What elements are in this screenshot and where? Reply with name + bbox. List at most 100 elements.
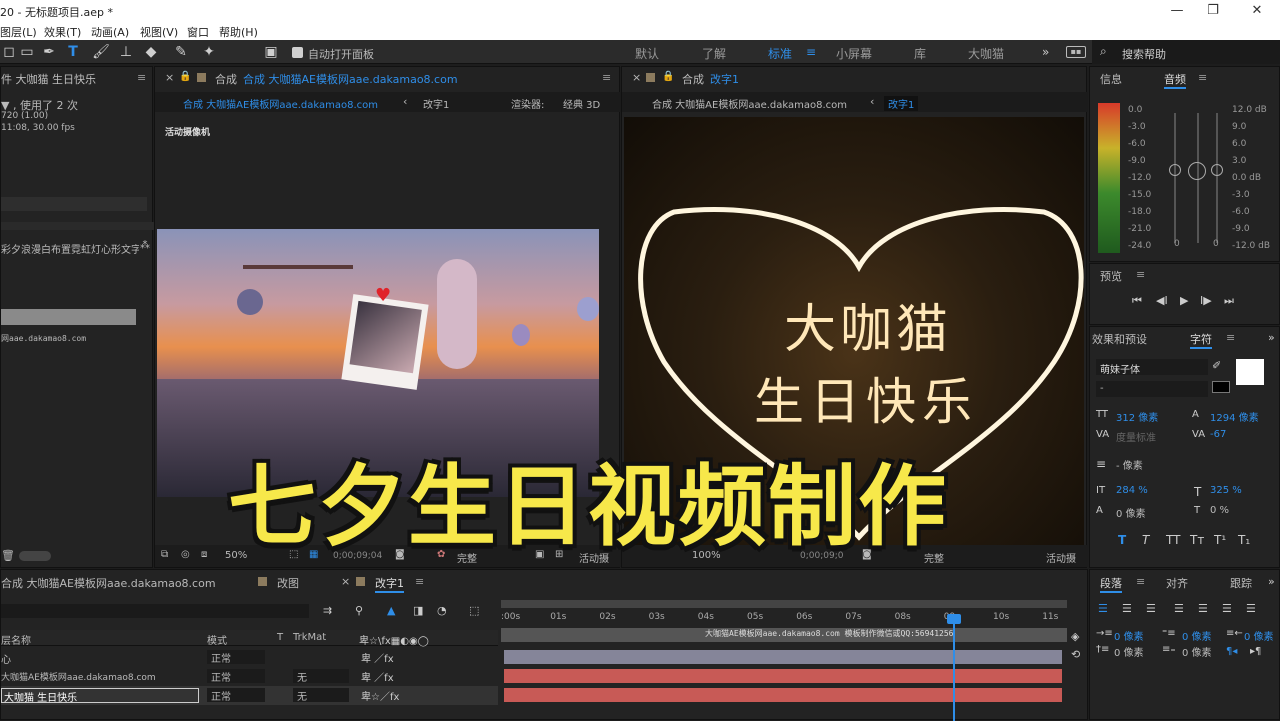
- comp-1-menu-icon[interactable]: ≡: [602, 71, 611, 84]
- fader-knob-master[interactable]: [1188, 162, 1206, 180]
- layer-switches-icon[interactable]: 卑☆／fx: [361, 688, 399, 703]
- comp-1-tab[interactable]: 合成 大咖猫AE模板网aae.dakamao8.com: [243, 71, 458, 87]
- display-icon[interactable]: ⧈: [201, 549, 207, 560]
- baseline-value[interactable]: 0 像素: [1116, 505, 1146, 520]
- superscript-icon[interactable]: T¹: [1214, 533, 1226, 547]
- menu-window[interactable]: 窗口: [187, 24, 209, 40]
- playhead-handle[interactable]: [947, 614, 961, 624]
- comp-2-crumb-main[interactable]: 合成 大咖猫AE模板网aae.dakamao8.com: [652, 96, 847, 111]
- frame-blending-icon[interactable]: ▲: [387, 604, 395, 617]
- character-tab[interactable]: 字符: [1190, 331, 1212, 349]
- kerning-value[interactable]: 度量标准: [1116, 429, 1156, 444]
- preview-menu-icon[interactable]: ≡: [1136, 268, 1145, 281]
- lock-icon[interactable]: 🔒: [179, 71, 191, 82]
- layer-bar[interactable]: [504, 650, 1062, 664]
- space-before-value[interactable]: 0 像素: [1182, 628, 1212, 643]
- fader-knob-right[interactable]: [1211, 164, 1223, 176]
- layer-name[interactable]: 心: [1, 651, 11, 666]
- indent-right-value[interactable]: 0 像素: [1244, 628, 1274, 643]
- motion-blur-icon[interactable]: ◨: [413, 604, 423, 617]
- fader-knob-left[interactable]: [1169, 164, 1181, 176]
- justify-center-icon[interactable]: ☰: [1198, 602, 1208, 615]
- font-size-value[interactable]: 312 像素: [1116, 409, 1158, 424]
- preview-tab[interactable]: 预览: [1100, 268, 1122, 284]
- all-caps-icon[interactable]: TT: [1166, 533, 1180, 547]
- layer-row[interactable]: 心 正常 卑 ／fx: [1, 648, 498, 667]
- snap-icon[interactable]: ▣: [262, 43, 280, 61]
- align-right-icon[interactable]: ☰: [1146, 602, 1156, 615]
- font-style-select[interactable]: -: [1096, 381, 1208, 397]
- playhead[interactable]: [953, 614, 955, 721]
- close-icon[interactable]: ✕: [1240, 1, 1274, 21]
- project-item[interactable]: 彩夕浪漫白布置霓虹灯心形文字: [1, 241, 139, 256]
- align-center-icon[interactable]: ☰: [1122, 602, 1132, 615]
- close-comp-1-icon[interactable]: ×: [165, 71, 174, 84]
- workspace-learn[interactable]: 了解: [702, 45, 726, 62]
- more-workspaces-icon[interactable]: »: [1042, 45, 1049, 59]
- faux-italic-icon[interactable]: T: [1142, 533, 1149, 547]
- layer-row[interactable]: 大咖猫 生日快乐 正常 无 卑☆／fx: [1, 686, 498, 705]
- eyedropper-icon[interactable]: ✐: [1212, 359, 1221, 372]
- justify-left-icon[interactable]: ☰: [1174, 602, 1184, 615]
- character-menu-icon[interactable]: ≡: [1226, 331, 1235, 344]
- comp-2-tab[interactable]: 改字1: [710, 71, 739, 87]
- first-line-value[interactable]: 0 像素: [1114, 644, 1144, 659]
- graph-editor-icon[interactable]: ◔: [437, 604, 447, 617]
- tracking-value[interactable]: -67: [1210, 429, 1226, 440]
- layer-name[interactable]: 大咖猫 生日快乐: [1, 688, 199, 704]
- align-tab[interactable]: 对齐: [1166, 575, 1188, 591]
- menu-effect[interactable]: 效果(T): [44, 24, 81, 40]
- layer-bar[interactable]: [504, 688, 1062, 702]
- minimize-icon[interactable]: —: [1160, 1, 1194, 21]
- work-area-bar[interactable]: [501, 600, 1067, 608]
- search-input[interactable]: 搜索帮助: [1122, 46, 1166, 62]
- paragraph-menu-icon[interactable]: ≡: [1136, 575, 1145, 588]
- menu-layer[interactable]: 图层(L): [0, 24, 37, 40]
- eraser-tool-icon[interactable]: ◆: [142, 43, 160, 61]
- font-select[interactable]: 萌妹子体: [1096, 359, 1208, 376]
- layer-row[interactable]: 大咖猫AE模板网aae.dakamao8.com 正常 无 卑 ／fx: [1, 667, 498, 686]
- timeline-tab-close-icon[interactable]: ×: [341, 575, 350, 588]
- comp-2-camera-select[interactable]: 活动摄: [1046, 550, 1088, 565]
- workspace-dakamao[interactable]: 大咖猫: [968, 45, 1004, 62]
- layer-bar[interactable]: [504, 669, 1062, 683]
- character-more-icon[interactable]: »: [1268, 331, 1275, 344]
- timeline-tab-main[interactable]: 合成 大咖猫AE模板网aae.dakamao8.com: [1, 575, 216, 591]
- horizontal-scale-value[interactable]: 325 %: [1210, 485, 1242, 496]
- comp-marker-comment[interactable]: 大咖猫AE模板网aae.dakamao8.com 模板制作微信或QQ:56941…: [705, 628, 954, 639]
- panel-menu-icon[interactable]: ≡: [137, 71, 146, 84]
- layer-name[interactable]: 大咖猫AE模板网aae.dakamao8.com: [1, 670, 156, 683]
- auto-open-checkbox[interactable]: [292, 47, 303, 58]
- project-tab[interactable]: 件 大咖猫 生日快乐: [1, 71, 96, 87]
- workspace-menu-icon[interactable]: ≡: [806, 45, 816, 59]
- panel-toggle-icon[interactable]: ▪▪: [1066, 46, 1086, 58]
- workspace-standard[interactable]: 标准: [768, 45, 792, 62]
- comp-mini-flowchart-icon[interactable]: ⇉: [323, 604, 332, 617]
- layer-trkmat[interactable]: 无: [293, 688, 349, 703]
- expand-icon[interactable]: ⟲: [1071, 648, 1080, 661]
- rtl-direction-icon[interactable]: ▸¶: [1250, 646, 1261, 657]
- workspace-default[interactable]: 默认: [635, 45, 659, 62]
- comp-2-crumb-sub[interactable]: 改字1: [884, 96, 919, 111]
- rectangle-tool-icon[interactable]: ▭: [18, 43, 36, 61]
- audio-tab[interactable]: 音频: [1164, 71, 1186, 89]
- switches-icon[interactable]: 卑☆\fx▦◐◉◯: [359, 632, 429, 647]
- subscript-icon[interactable]: T₁: [1238, 533, 1250, 547]
- search-help-box[interactable]: ⌕ 搜索帮助: [1092, 40, 1280, 64]
- paragraph-tab[interactable]: 段落: [1100, 575, 1122, 593]
- prev-frame-icon[interactable]: ◀I: [1156, 294, 1168, 307]
- layer-trkmat[interactable]: 无: [293, 669, 349, 684]
- comp-2-lock-icon[interactable]: 🔒: [662, 71, 674, 82]
- justify-all-icon[interactable]: ☰: [1246, 602, 1256, 615]
- roto-brush-icon[interactable]: ✎: [172, 43, 190, 61]
- play-icon[interactable]: ▶: [1180, 294, 1188, 307]
- timeline-search[interactable]: [1, 604, 309, 618]
- small-caps-icon[interactable]: Tт: [1190, 533, 1204, 547]
- shy-layers-icon[interactable]: ⚲: [355, 604, 363, 617]
- tsume-value[interactable]: 0 %: [1210, 505, 1229, 516]
- layer-mode[interactable]: 正常: [207, 669, 265, 684]
- faux-bold-icon[interactable]: T: [1118, 533, 1126, 547]
- comp-1-crumb-sub[interactable]: 改字1: [423, 96, 449, 111]
- close-comp-2-icon[interactable]: ×: [632, 71, 641, 84]
- layer-mode[interactable]: 正常: [207, 650, 265, 665]
